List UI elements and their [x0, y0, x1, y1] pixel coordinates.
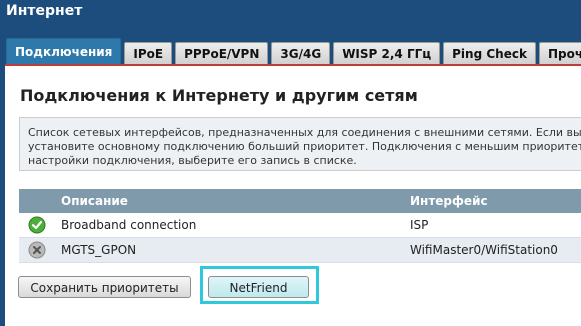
save-priorities-button[interactable]: Сохранить приоритеты: [18, 276, 191, 298]
page-title: Интернет: [6, 3, 83, 19]
table-row[interactable]: MGTS_GPON WifiMaster0/WifiStation0: [19, 238, 581, 263]
row-interface: ISP: [410, 218, 429, 232]
connections-table: Описание Интерфейс Broadband connection …: [19, 189, 581, 263]
tab-ipoe[interactable]: IPoE: [124, 42, 173, 65]
cross-circle-icon: [28, 241, 46, 259]
tab-ping-check[interactable]: Ping Check: [443, 42, 536, 65]
section-title: Подключения к Интернету и другим сетям: [20, 86, 418, 105]
tab-connections[interactable]: Подключения: [6, 38, 122, 65]
column-header-description: Описание: [61, 194, 128, 208]
table-header: Описание Интерфейс: [19, 189, 581, 213]
row-description: MGTS_GPON: [61, 243, 137, 257]
info-box: Список сетевых интерфейсов, предназначен…: [19, 117, 581, 171]
tab-wisp[interactable]: WISP 2,4 ГГц: [333, 42, 441, 65]
tab-pppoe-vpn[interactable]: PPPoE/VPN: [175, 42, 269, 65]
netfriend-button[interactable]: NetFriend: [208, 276, 309, 298]
column-header-interface: Интерфейс: [410, 194, 488, 208]
content-panel: Подключения к Интернету и другим сетям С…: [5, 64, 581, 326]
tab-bar: Подключения IPoE PPPoE/VPN 3G/4G WISP 2,…: [6, 38, 581, 65]
tab-other[interactable]: Прочее: [538, 42, 581, 65]
row-description: Broadband connection: [61, 218, 197, 232]
row-interface: WifiMaster0/WifiStation0: [410, 243, 558, 257]
tab-3g-4g[interactable]: 3G/4G: [271, 42, 331, 65]
table-row[interactable]: Broadband connection ISP: [19, 213, 581, 238]
check-circle-icon: [28, 216, 46, 234]
info-text: Список сетевых интерфейсов, предназначен…: [28, 126, 581, 167]
